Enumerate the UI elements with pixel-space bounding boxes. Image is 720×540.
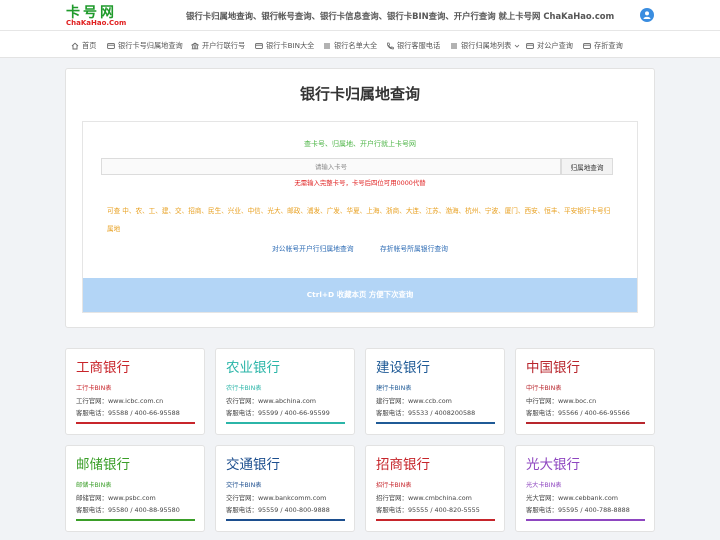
bank-accent-bar [226, 519, 345, 521]
bank-card[interactable]: 邮储银行邮储卡BIN表邮储官网：www.psbc.com 客服电话：95580 /… [65, 445, 205, 532]
input-hint: 无需输入完整卡号，卡号后四位可用0000代替 [294, 179, 426, 187]
bank-phone: 客服电话：95555 / 400-820-5555 [376, 506, 480, 514]
bank-website: 招行官网：www.cmbchina.com [376, 494, 472, 502]
card-icon [107, 42, 115, 49]
passbook-lookup-link[interactable]: 存折帐号所属银行查询 [380, 243, 448, 253]
bank-website: 中行官网：www.boc.cn [526, 397, 597, 405]
nav-item-label: 首页 [82, 40, 97, 50]
main-nav: 首页 银行卡号归属地查询 开户行联行号 银行卡BIN大全 银行名单大全 银行客服… [0, 31, 720, 58]
nav-item-region-list[interactable]: 银行归属地列表 [450, 40, 520, 51]
search-slogan: 查卡号、归属地、开户行就上卡号网 [304, 140, 416, 148]
chevron-down-icon [515, 44, 520, 48]
card-icon [526, 42, 534, 49]
card-icon [255, 42, 263, 49]
bank-bin-link[interactable]: 招行卡BIN表 [376, 480, 411, 489]
list-icon [324, 43, 330, 48]
bank-card[interactable]: 建设银行建行卡BIN表建行官网：www.ccb.com 客服电话：95533 / … [365, 348, 505, 435]
nav-item-corporate-account[interactable]: 对公户查询 [526, 40, 573, 51]
bank-phone: 客服电话：95588 / 400-66-95588 [76, 409, 180, 417]
nav-item-bank-code[interactable]: 开户行联行号 [191, 40, 245, 51]
bank-card[interactable]: 工商银行工行卡BIN表工行官网：www.icbc.com.cn 客服电话：9558… [65, 348, 205, 435]
bank-card[interactable]: 光大银行光大卡BIN表光大官网：www.cebbank.com 客服电话：9559… [515, 445, 655, 532]
bank-phone: 客服电话：95566 / 400-66-95566 [526, 409, 630, 417]
bank-accent-bar [76, 519, 195, 521]
bank-accent-bar [376, 422, 495, 424]
bank-card[interactable]: 招商银行招行卡BIN表招行官网：www.cmbchina.com 客服电话：955… [365, 445, 505, 532]
nav-item-label: 存折查询 [594, 40, 623, 50]
phone-icon [387, 42, 394, 49]
bank-icon [191, 42, 199, 49]
nav-item-label: 银行名单大全 [334, 40, 378, 50]
bank-phone: 客服电话：95599 / 400-66-95599 [226, 409, 330, 417]
lookup-button[interactable]: 归属地查询 [561, 158, 613, 175]
supported-banks-text: 可查 中、农、工、建、交、招商、民生、兴业、中信、光大、邮政、浦发、广发、华夏、… [107, 207, 611, 233]
bank-name[interactable]: 农业银行 [226, 356, 280, 376]
user-button[interactable] [640, 8, 654, 22]
site-logo[interactable]: 卡号网 ChaKaHao.Com [66, 4, 126, 28]
bank-name[interactable]: 工商银行 [76, 356, 130, 376]
nav-item-bank-list[interactable]: 银行名单大全 [323, 40, 377, 51]
bank-accent-bar [526, 422, 645, 424]
bank-phone: 客服电话：95533 / 4008200588 [376, 409, 476, 417]
bank-bin-link[interactable]: 邮储卡BIN表 [76, 480, 111, 489]
bank-bin-link[interactable]: 工行卡BIN表 [76, 383, 111, 392]
bank-card[interactable]: 农业银行农行卡BIN表农行官网：www.abchina.com 客服电话：9559… [215, 348, 355, 435]
bank-website: 交行官网：www.bankcomm.com [226, 494, 327, 502]
bank-bin-link[interactable]: 中行卡BIN表 [526, 383, 561, 392]
bank-website: 农行官网：www.abchina.com [226, 397, 317, 405]
nav-item-passbook[interactable]: 存折查询 [583, 40, 623, 51]
bank-accent-bar [526, 519, 645, 521]
bank-name[interactable]: 中国银行 [526, 356, 580, 376]
top-bar: 卡号网 ChaKaHao.Com 银行卡归属地查询、银行帐号查询、银行卡信息查询… [0, 0, 720, 31]
bank-bin-link[interactable]: 农行卡BIN表 [226, 383, 261, 392]
nav-item-label: 开户行联行号 [202, 40, 246, 50]
bank-card[interactable]: 中国银行中行卡BIN表中行官网：www.boc.cn 客服电话：95566 / 4… [515, 348, 655, 435]
bank-name[interactable]: 招商银行 [376, 453, 430, 473]
bank-accent-bar [76, 422, 195, 424]
bank-name[interactable]: 建设银行 [376, 356, 430, 376]
bank-phone: 客服电话：95595 / 400-788-8888 [526, 506, 630, 514]
bank-accent-bar [226, 422, 345, 424]
nav-item-label: 对公户查询 [537, 40, 573, 50]
bank-website: 工行官网：www.icbc.com.cn [76, 397, 164, 405]
user-icon [643, 11, 651, 19]
search-panel: 银行卡归属地查询 查卡号、归属地、开户行就上卡号网 归属地查询 无需输入完整卡号… [65, 68, 655, 328]
bank-bin-link[interactable]: 建行卡BIN表 [376, 383, 411, 392]
bank-website: 邮储官网：www.psbc.com [76, 494, 156, 502]
home-icon [71, 42, 79, 49]
page-title: 银行卡归属地查询 [299, 85, 420, 103]
nav-item-card-lookup[interactable]: 银行卡号归属地查询 [107, 40, 183, 51]
bank-card[interactable]: 交通银行交行卡BIN表交行官网：www.bankcomm.com 客服电话：955… [215, 445, 355, 532]
nav-item-label: 银行客服电话 [397, 40, 441, 50]
bank-bin-link[interactable]: 交行卡BIN表 [226, 480, 261, 489]
nav-item-home[interactable]: 首页 [71, 40, 96, 51]
bank-name[interactable]: 光大银行 [526, 453, 580, 473]
bank-bin-link[interactable]: 光大卡BIN表 [526, 480, 561, 489]
nav-item-card-bin[interactable]: 银行卡BIN大全 [255, 40, 314, 51]
list-icon [451, 43, 457, 48]
bank-website: 光大官网：www.cebbank.com [526, 494, 618, 502]
card-number-input[interactable] [101, 158, 561, 175]
bank-website: 建行官网：www.ccb.com [376, 397, 452, 405]
bank-name[interactable]: 交通银行 [226, 453, 280, 473]
logo-text-en: ChaKaHao.Com [66, 19, 127, 27]
bank-phone: 客服电话：95580 / 400-88-95580 [76, 506, 180, 514]
bank-phone: 客服电话：95559 / 400-800-9888 [226, 506, 330, 514]
nav-item-label: 银行卡BIN大全 [266, 40, 315, 50]
nav-item-service-phone[interactable]: 银行客服电话 [386, 40, 440, 51]
corporate-lookup-link[interactable]: 对公帐号开户行归属地查询 [272, 243, 354, 253]
card-icon [583, 42, 591, 49]
site-headline: 银行卡归属地查询、银行帐号查询、银行卡信息查询、银行卡BIN查询、开户行查询 就… [186, 11, 615, 21]
nav-item-label: 银行卡号归属地查询 [118, 40, 183, 50]
bookmark-banner[interactable]: Ctrl+D 收藏本页 方便下次查询 [83, 278, 637, 312]
nav-item-label: 银行归属地列表 [461, 40, 512, 50]
bank-accent-bar [376, 519, 495, 521]
bank-name[interactable]: 邮储银行 [76, 453, 130, 473]
search-box: 查卡号、归属地、开户行就上卡号网 归属地查询 无需输入完整卡号，卡号后四位可用0… [82, 121, 638, 313]
